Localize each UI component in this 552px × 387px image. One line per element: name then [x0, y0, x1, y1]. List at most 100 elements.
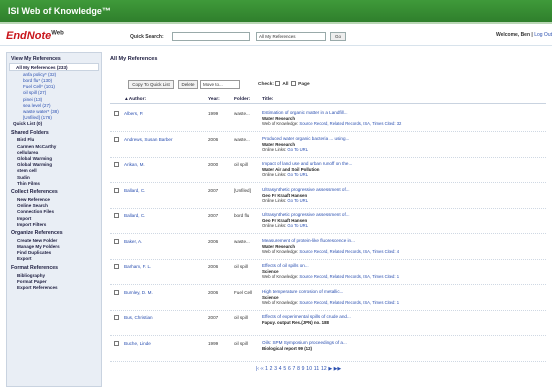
sidebar: View My References All My References (23…: [6, 52, 102, 387]
row-links: Web of Knowledge: Source Record, Related…: [262, 121, 401, 126]
row-checkbox[interactable]: [114, 238, 119, 244]
row-source: Biological report 99 (12): [262, 345, 313, 351]
row-author-link[interactable]: Buche, Linde: [124, 341, 151, 346]
shared-folders-heading: Shared Folders: [11, 129, 49, 136]
check-label: Check:: [258, 81, 274, 87]
quick-search-input[interactable]: [172, 32, 250, 41]
row-checkbox[interactable]: [114, 264, 119, 269]
endnote-logo[interactable]: EndNoteWeb: [6, 30, 64, 42]
table-row: Buche, Linde 1999 oil spill Oils: SPM Sympo…: [110, 338, 546, 362]
row-title-link[interactable]: Effects of oil spills on...: [262, 263, 309, 268]
row-author-link[interactable]: Burnley, D. M.: [124, 290, 153, 295]
row-links-label: Web of Knowledge:: [262, 299, 299, 305]
row-links: Web of Knowledge: Source Record, Related…: [262, 274, 399, 279]
header: EndNoteWeb Quick Search: All My Referenc…: [0, 26, 552, 46]
table-row: Bus, Christian 2007 oil spill Effects of ex…: [110, 312, 546, 336]
row-title-link[interactable]: Produced water organic bacteria ... usin…: [262, 136, 349, 141]
row-author-link[interactable]: Barham, F. L.: [124, 264, 151, 269]
row-year: 2006: [208, 289, 219, 295]
row-links: Web of Knowledge: Source Record, Related…: [262, 300, 399, 305]
welcome-text: Welcome, Ben | Log Out: [496, 32, 552, 38]
quick-search-go-button[interactable]: Go: [330, 32, 346, 41]
row-title-link[interactable]: Estimation of organic matter in a Landfi…: [262, 110, 348, 115]
table-row: Burnley, D. M. 2006 Fuel Cell High temperat…: [110, 287, 546, 311]
row-title-link[interactable]: Effects of experimental spills of crude …: [262, 314, 351, 319]
page-numbers[interactable]: 1 2 3 4 5 6 7 8 9 10 11 12: [265, 366, 327, 372]
first-page-button[interactable]: |‹: [256, 366, 259, 372]
row-checkbox[interactable]: [114, 289, 119, 295]
check-page-label: Page: [298, 81, 310, 87]
row-year: 2006: [208, 238, 219, 244]
table-row: Baker, A. 2006 waste... Measurement of prot…: [110, 236, 546, 260]
row-title-link[interactable]: Measurement of protein-like fluorescence…: [262, 238, 355, 243]
sidebar-item-all-references[interactable]: All My References (233): [9, 63, 99, 72]
row-links-label: Web of Knowledge:: [262, 274, 299, 279]
delete-button[interactable]: Delete: [178, 80, 198, 89]
row-checkbox[interactable]: [114, 315, 119, 320]
column-header-title[interactable]: Title:: [262, 97, 273, 102]
format-link[interactable]: Export References: [7, 284, 101, 290]
row-links-actions[interactable]: Go To URL: [287, 223, 308, 228]
row-checkbox[interactable]: [114, 136, 119, 142]
copy-to-quick-list-button[interactable]: Copy To Quick List: [128, 80, 174, 89]
row-year: 2007: [208, 187, 219, 193]
check-page-checkbox[interactable]: [291, 81, 297, 86]
main-content: All My References Copy To Quick List Del…: [106, 52, 552, 387]
table-row: Barham, F. L. 2006 oil spill Effects of oil…: [110, 261, 546, 285]
last-page-button[interactable]: ▶▶: [334, 366, 342, 372]
table-row: Ballard, C. 2007 [Unfiled] Ultrasynthetic p…: [110, 185, 546, 209]
row-title-link[interactable]: Ultrasynthetic progressive assessment of…: [262, 187, 350, 192]
row-author-link[interactable]: Bus, Christian: [124, 315, 153, 320]
row-author-link[interactable]: Andrews, Susan Barber: [124, 137, 173, 142]
logo-suffix: Web: [51, 30, 64, 37]
row-author-link[interactable]: Ballard, C.: [124, 188, 145, 193]
check-all-checkbox[interactable]: [275, 81, 281, 86]
table-row: Arikan, M. 2000 oil spill Impact of land us…: [110, 159, 546, 183]
app-title: ISI Web of Knowledge™: [8, 6, 111, 16]
row-title-link[interactable]: Oils: SPM Symposium proceedings of a...: [262, 340, 347, 345]
collect-references-heading: Collect References: [11, 189, 58, 196]
row-links-actions[interactable]: Source Record, Related Records, ISA, Tim…: [299, 249, 399, 254]
row-links-label: Online Links:: [262, 146, 287, 152]
row-checkbox[interactable]: [114, 162, 119, 167]
row-links: Online Links: Go To URL: [262, 223, 308, 228]
column-header-author[interactable]: ▲Author:: [124, 97, 146, 102]
column-header-year[interactable]: Year:: [208, 97, 220, 102]
row-folder: Fuel Cell: [234, 289, 253, 295]
row-links-actions[interactable]: Go To URL: [287, 147, 308, 152]
row-links-actions[interactable]: Source Record, Related Records, ISA, Tim…: [299, 121, 401, 126]
check-controls: Check: All Page: [258, 81, 310, 87]
row-links-actions[interactable]: Go To URL: [287, 172, 308, 177]
prev-page-button[interactable]: ‹‹: [260, 366, 263, 372]
table-row: Andrews, Susan Barber 2006 waste... Produce…: [110, 134, 546, 158]
row-links-actions[interactable]: Go To URL: [287, 198, 308, 203]
quick-search-label: Quick Search:: [130, 34, 164, 40]
row-author-link[interactable]: Baker, A.: [124, 239, 142, 244]
row-checkbox[interactable]: [114, 340, 119, 346]
row-source: Fapuy. output Res.(JPN) no. 188: [262, 320, 330, 325]
row-links-actions[interactable]: Source Record, Related Records, ISA, Tim…: [299, 300, 399, 305]
row-checkbox[interactable]: [114, 187, 119, 193]
row-author-link[interactable]: Ballard, C.: [124, 213, 145, 218]
row-folder: bord flu: [234, 213, 250, 218]
view-references-heading: View My References: [11, 56, 61, 62]
logout-link[interactable]: Log Out: [534, 32, 552, 38]
row-author-link[interactable]: Arikan, M.: [124, 162, 145, 167]
move-to-select[interactable]: Move to...: [200, 80, 240, 89]
row-year: 1999: [208, 340, 219, 346]
quick-search-scope-select[interactable]: All My References: [256, 32, 326, 41]
format-references-heading: Format References: [11, 265, 58, 272]
top-bar: ISI Web of Knowledge™: [0, 0, 552, 24]
column-header-folder[interactable]: Folder:: [234, 97, 250, 102]
next-page-button[interactable]: ▶: [328, 366, 332, 372]
row-links-actions[interactable]: Source Record, Related Records, ISA, Tim…: [299, 274, 399, 279]
row-title-link[interactable]: Impact of land use and urban runoff on t…: [262, 161, 352, 166]
row-checkbox[interactable]: [114, 213, 119, 218]
row-folder: oil spill: [234, 264, 248, 269]
row-links-label: Web of Knowledge:: [262, 121, 299, 126]
row-author-link[interactable]: Albers, P.: [124, 111, 143, 116]
row-title-link[interactable]: High temperature corrosion of metallic..…: [262, 289, 343, 294]
row-title-link[interactable]: Ultrasynthetic progressive assessment of…: [262, 212, 350, 217]
table-row: Ballard, C. 2007 bord flu Ultrasynthetic pr…: [110, 210, 546, 234]
row-checkbox[interactable]: [114, 111, 119, 116]
